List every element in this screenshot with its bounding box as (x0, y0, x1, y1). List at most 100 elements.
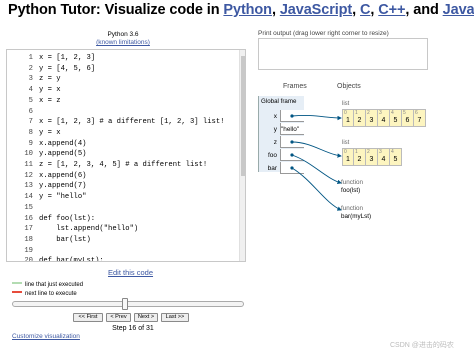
line-number: 5 (28, 96, 33, 105)
scrollbar-thumb[interactable] (241, 56, 245, 176)
code-line: 15 (7, 203, 240, 214)
line-number: 9 (28, 139, 33, 148)
line-number: 14 (24, 193, 33, 202)
code-text: y = x (39, 86, 61, 95)
list1-cell: 34 (378, 109, 390, 127)
var-name-y: y (273, 126, 277, 133)
list2-cell: 34 (378, 148, 390, 166)
list1-index: 1 (355, 110, 358, 116)
var-pointer-foo (280, 149, 304, 161)
code-text: def foo(lst): (39, 214, 96, 223)
code-text: y = "hello" (39, 193, 87, 202)
line-number: 18 (24, 235, 33, 244)
code-text: y = [4, 5, 6] (39, 64, 96, 73)
function-foo: function foo(lst) (341, 179, 363, 194)
legend-next-line-text: next line to execute (25, 291, 77, 297)
code-line: 9 x.append(4) (7, 139, 240, 150)
java-link[interactable]: Java (443, 2, 474, 18)
var-pointer-bar (280, 162, 304, 174)
code-text: lst.append("hello") (39, 225, 139, 234)
list2-index: 2 (367, 149, 370, 155)
slider-handle[interactable] (122, 298, 128, 310)
code-panel[interactable]: 1 x = [1, 2, 3] 2 y = [4, 5, 6] 3 z = y 4 y = x… (6, 49, 246, 262)
code-line: 10 y.append(5) (7, 149, 240, 160)
list1-index: 5 (403, 110, 406, 116)
cpp-link[interactable]: C++ (378, 2, 405, 18)
list1-value: 6 (405, 117, 410, 124)
line-number: 17 (24, 225, 33, 234)
code-text: x.append(6) (39, 171, 87, 180)
list1-cell: 45 (390, 109, 402, 127)
line-number: 19 (24, 246, 33, 255)
list2-index: 1 (355, 149, 358, 155)
line-number: 15 (24, 203, 33, 212)
page-title: Python Tutor: Visualize code in Python, … (8, 2, 474, 18)
step-slider[interactable] (12, 298, 244, 310)
function-bar-kind: function (341, 205, 364, 212)
list1-index: 4 (391, 110, 394, 116)
red-arrow-icon (12, 291, 22, 294)
code-line: 3 z = y (7, 74, 240, 85)
code-line: 13 y.append(7) (7, 181, 240, 192)
legend-just-executed-text: line that just executed (25, 282, 84, 288)
line-number: 20 (24, 257, 33, 262)
list2-label: list (342, 140, 350, 146)
code-line: 6 (7, 107, 240, 118)
next-button[interactable]: Next > (134, 313, 158, 322)
code-text: x.append(4) (39, 139, 87, 148)
list1-value: 2 (357, 117, 362, 124)
list1-index: 0 (344, 110, 347, 116)
last-button[interactable]: Last >> (161, 313, 189, 322)
print-output-box[interactable] (258, 38, 428, 70)
line-number: 2 (28, 64, 33, 73)
line-number: 10 (24, 150, 33, 159)
list1-value: 5 (393, 117, 398, 124)
var-row-foo: foo (259, 149, 305, 162)
print-output-label: Print output (drag lower right corner to… (258, 30, 389, 37)
var-pointer-z (280, 136, 304, 148)
customize-visualization-link[interactable]: Customize visualization (12, 333, 80, 340)
step-counter: Step 16 of 31 (112, 325, 154, 332)
javascript-link[interactable]: JavaScript (280, 2, 352, 18)
prev-button[interactable]: < Prev (106, 313, 131, 322)
watermark: CSDN @进击的码农 (390, 342, 454, 349)
list1-value: 7 (417, 117, 422, 124)
line-number: 4 (28, 86, 33, 95)
function-foo-kind: function (341, 179, 364, 186)
code-line: 16 def foo(lst): (7, 214, 240, 225)
python-link[interactable]: Python (223, 2, 272, 18)
global-frame: Global frame x y "hello" z foo bar (258, 96, 305, 175)
line-number: 3 (28, 75, 33, 84)
var-row-bar: bar (259, 162, 305, 175)
code-text: z = [1, 2, 3, 4, 5] # a different list! (39, 161, 208, 169)
list1-cell: 23 (366, 109, 378, 127)
var-pointer-x (280, 110, 304, 122)
edit-code-link[interactable]: Edit this code (108, 268, 153, 277)
code-line: 11 z = [1, 2, 3, 4, 5] # a different list… (7, 160, 240, 171)
code-line: 14 y = "hello" (7, 192, 240, 203)
var-name-foo: foo (267, 152, 277, 159)
c-link[interactable]: C (360, 2, 370, 18)
line-number: 8 (28, 128, 33, 137)
list2-cell: 12 (354, 148, 366, 166)
python-version: Python 3.6 (107, 31, 139, 38)
function-bar-signature: bar(myLst) (341, 212, 372, 220)
known-limitations-link[interactable]: (known limitations) (96, 39, 150, 46)
list-object-1: 01122334455667 (342, 109, 426, 127)
code-text: bar(lst) (39, 235, 91, 244)
list1-value: 4 (381, 117, 386, 124)
function-foo-signature: foo(lst) (341, 186, 361, 194)
list1-index: 3 (379, 110, 382, 116)
code-text: def bar(myLst): (39, 257, 104, 262)
first-button[interactable]: << First (73, 313, 103, 322)
list2-value: 2 (357, 156, 362, 163)
var-row-z: z (259, 136, 305, 149)
var-name-x: x (273, 113, 277, 120)
code-text: y.append(5) (39, 150, 87, 159)
list1-cell: 56 (402, 109, 414, 127)
line-number: 1 (28, 54, 33, 62)
code-line: 1 x = [1, 2, 3] (7, 53, 240, 64)
code-line: 18 bar(lst) (7, 235, 240, 246)
list1-cell: 67 (414, 109, 426, 127)
code-text: z = y (39, 75, 61, 84)
